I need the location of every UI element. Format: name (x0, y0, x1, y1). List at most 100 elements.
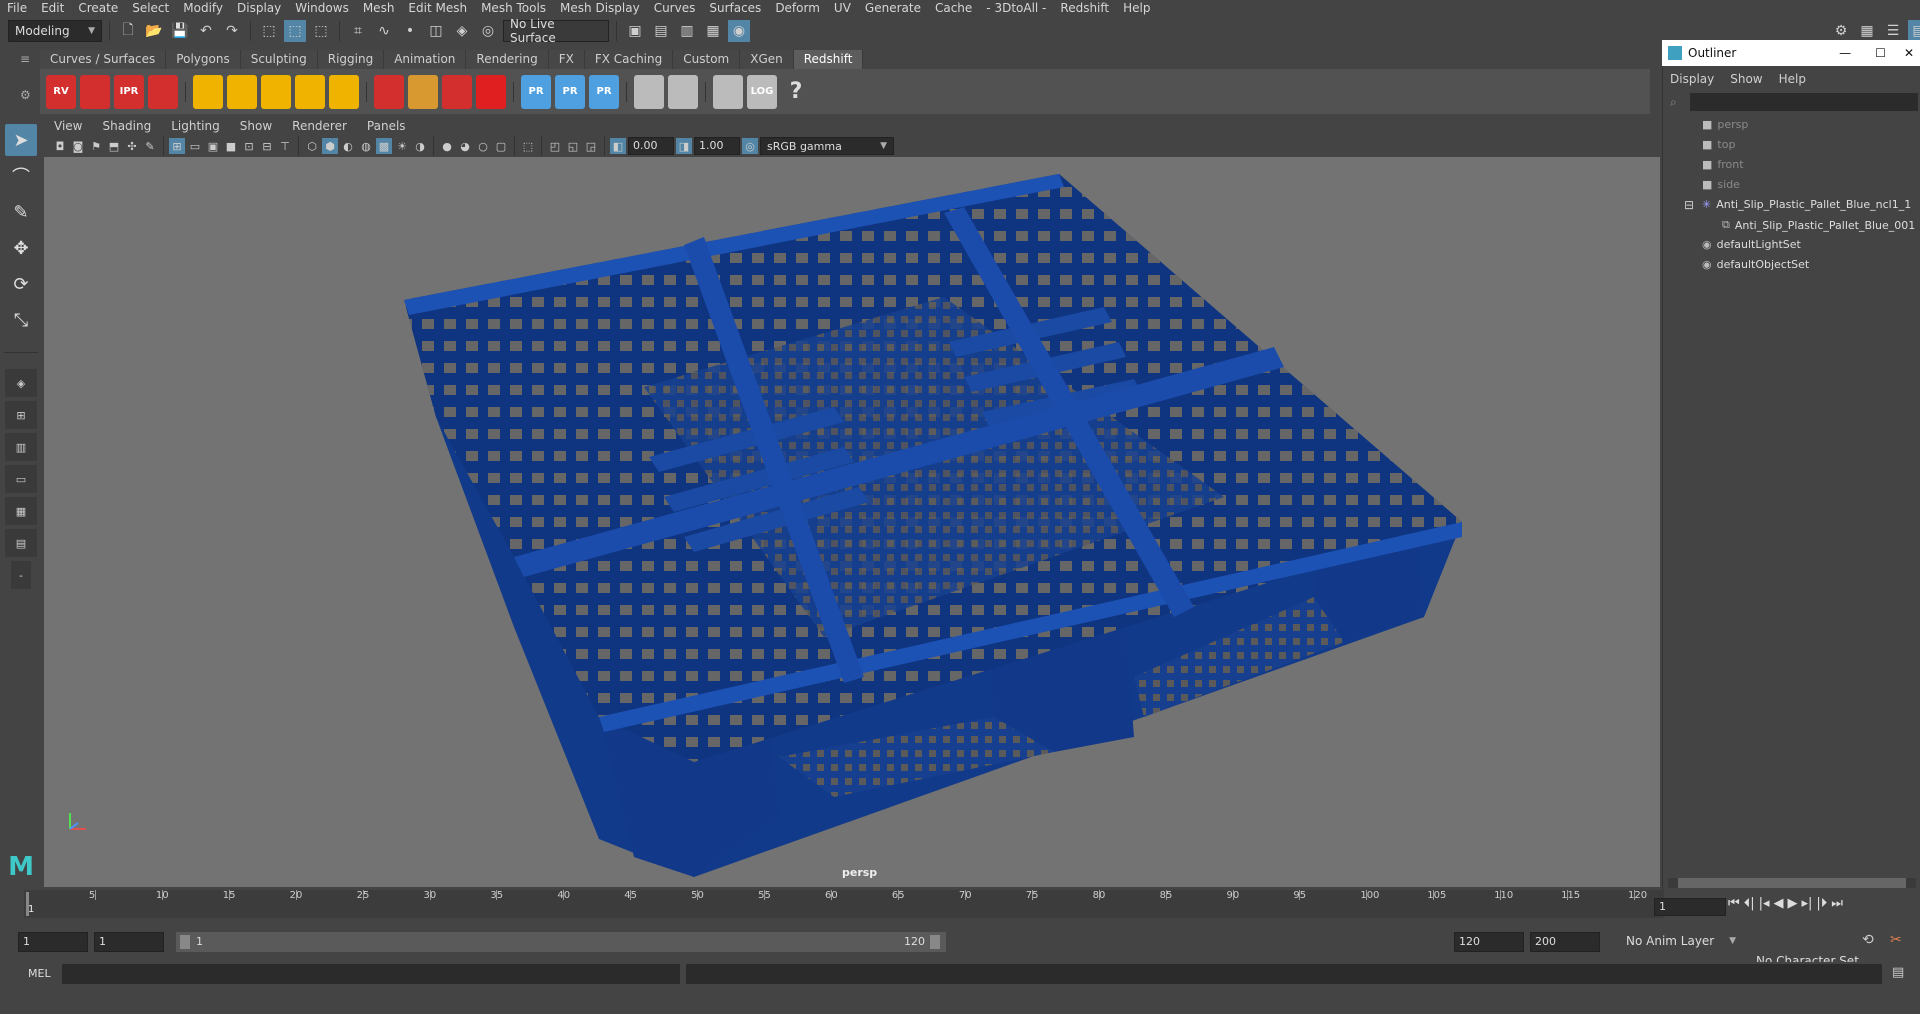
camera-select-icon[interactable]: ◘ (52, 138, 68, 154)
rs-spot-light-icon[interactable] (261, 74, 291, 109)
outliner-search-input[interactable] (1690, 93, 1918, 111)
current-time-marker[interactable] (26, 892, 29, 916)
undo-icon[interactable]: ↶ (195, 20, 217, 42)
collapse-toggle-icon[interactable]: ⊟ (1684, 198, 1694, 212)
default-lighting-icon[interactable]: ◐ (340, 138, 356, 154)
range-slider[interactable]: 1 120 (176, 932, 946, 952)
playback-end-field[interactable]: 120 (1454, 932, 1524, 952)
wireframe-icon[interactable]: ⬡ (304, 138, 320, 154)
rs-material-icon[interactable] (634, 74, 664, 109)
rs-batch-render-icon[interactable] (80, 74, 110, 109)
isolate-select-icon[interactable]: ⬚ (520, 138, 536, 154)
film-gate-icon[interactable]: ▭ (187, 138, 203, 154)
outliner-layout-icon[interactable]: ▭ (5, 465, 37, 493)
shelf-tab-sculpting[interactable]: Sculpting (240, 50, 318, 69)
menu-edit-mesh[interactable]: Edit Mesh (401, 1, 474, 15)
rs-ipr-icon[interactable]: IPR (114, 74, 144, 109)
auto-key-icon[interactable]: ⟲ (1862, 932, 1874, 948)
exposure-icon[interactable]: ◧ (610, 138, 626, 154)
four-pane-icon[interactable]: ⊞ (5, 401, 37, 429)
rs-dome-light-icon[interactable] (295, 74, 325, 109)
snap-live-icon[interactable]: ◎ (477, 20, 499, 42)
outliner-item[interactable]: ◉ defaultObjectSet (1702, 258, 1809, 271)
viewport-menu-view[interactable]: View (44, 119, 92, 133)
shelf-gear-icon[interactable]: ⚙ (20, 88, 31, 102)
new-scene-icon[interactable]: 🗋 (117, 20, 139, 42)
shelf-tab-animation[interactable]: Animation (384, 50, 467, 69)
play-forward-icon[interactable]: ▶ (1788, 896, 1798, 911)
layout-icon[interactable]: ▦ (1856, 20, 1878, 42)
textured-icon[interactable]: ▩ (376, 138, 392, 154)
menu-cache[interactable]: Cache (928, 1, 979, 15)
maximize-icon[interactable]: ☐ (1863, 46, 1898, 60)
rs-proxy-import-icon[interactable]: PR (589, 74, 619, 109)
shelf-menu-icon[interactable]: ≡ (20, 52, 30, 66)
shelf-tab-rendering[interactable]: Rendering (466, 50, 549, 69)
viewport-menu-renderer[interactable]: Renderer (282, 119, 357, 133)
rs-material-2-icon[interactable] (668, 74, 698, 109)
image-plane-icon[interactable]: ⬒ (106, 138, 122, 154)
viewport-menu-panels[interactable]: Panels (357, 119, 416, 133)
paint-select-icon[interactable]: ✎ (5, 196, 37, 228)
select-hierarchy-icon[interactable]: ⬚ (258, 20, 280, 42)
single-pane-icon[interactable]: ◈ (5, 369, 37, 397)
collapse-icon[interactable]: - (11, 561, 31, 589)
rs-proxy-icon[interactable]: PR (521, 74, 551, 109)
mode-dropdown[interactable]: Modeling ▼ (8, 20, 102, 42)
ssao-icon[interactable]: ◰ (547, 138, 563, 154)
shelf-tab-fx-caching[interactable]: FX Caching (584, 50, 674, 69)
aa-icon[interactable]: ◲ (583, 138, 599, 154)
camera-attr-icon[interactable]: ◙ (70, 138, 86, 154)
workspace-icon[interactable]: ⚙ (1830, 20, 1852, 42)
snap-view-icon[interactable]: ◫ (425, 20, 447, 42)
anim-prefs-icon[interactable]: ✂ (1890, 932, 1902, 948)
menu-redshift[interactable]: Redshift (1053, 1, 1116, 15)
shelf-tab-rigging[interactable]: Rigging (317, 50, 385, 69)
shelf-tab-curves-surfaces[interactable]: Curves / Surfaces (40, 50, 167, 69)
outliner-menu-help[interactable]: Help (1771, 72, 1814, 86)
xray-joints-icon[interactable]: ◕ (457, 138, 473, 154)
safe-action-icon[interactable]: ⊟ (259, 138, 275, 154)
menu-mesh-tools[interactable]: Mesh Tools (474, 1, 553, 15)
menu-windows[interactable]: Windows (288, 1, 356, 15)
menu-help[interactable]: Help (1116, 1, 1157, 15)
rs-render-view-icon[interactable]: RV (46, 74, 76, 109)
range-handle-right[interactable] (930, 935, 940, 949)
menu-deform[interactable]: Deform (768, 1, 827, 15)
viewport-menu-shading[interactable]: Shading (92, 119, 161, 133)
snap-surface-icon[interactable]: ◈ (451, 20, 473, 42)
xray-icon[interactable]: ● (439, 138, 455, 154)
use-lights-icon[interactable]: ☀ (394, 138, 410, 154)
playback-start-field[interactable]: 1 (94, 932, 164, 952)
color-management-icon[interactable]: ◎ (742, 138, 758, 154)
play-back-icon[interactable]: ◀ (1774, 896, 1784, 911)
rs-settings-icon[interactable] (148, 74, 178, 109)
anim-layer-dropdown[interactable]: No Anim Layer ▼ (1620, 931, 1742, 951)
outliner-menu-show[interactable]: Show (1722, 72, 1770, 86)
rs-curve-icon[interactable] (442, 74, 472, 109)
range-handle-left[interactable] (180, 935, 190, 949)
menu-surfaces[interactable]: Surfaces (702, 1, 768, 15)
menu-display[interactable]: Display (230, 1, 288, 15)
color-space-dropdown[interactable]: sRGB gamma ▼ (760, 137, 894, 155)
scale-tool-icon[interactable]: ⤡ (5, 304, 37, 336)
step-forward-key-icon[interactable]: |⏵ (1816, 896, 1827, 911)
wireframe-on-shaded-icon[interactable]: ◍ (358, 138, 374, 154)
script-editor-icon[interactable]: ▤ (1892, 965, 1904, 980)
bookmark-icon[interactable]: ⚑ (88, 138, 104, 154)
two-pane-icon[interactable]: ▥ (5, 433, 37, 461)
rs-log-icon[interactable]: LOG (747, 74, 777, 109)
anim-start-field[interactable]: 1 (18, 932, 88, 952)
rs-area-light-icon[interactable] (227, 74, 257, 109)
render-frame-icon[interactable]: ▤ (650, 20, 672, 42)
time-slider[interactable]: 1 5 10 15 20 25 30 35 40 45 50 55 60 65 70 75 80 85 90 95 10… (24, 890, 1664, 918)
grid-icon[interactable]: ⊞ (169, 138, 185, 154)
menu-generate[interactable]: Generate (858, 1, 928, 15)
outliner-item[interactable]: ■ persp (1702, 118, 1748, 131)
snap-grid-icon[interactable]: ⌗ (347, 20, 369, 42)
shelf-tab-custom[interactable]: Custom (673, 50, 741, 69)
menu-select[interactable]: Select (125, 1, 176, 15)
move-tool-icon[interactable]: ✥ (5, 232, 37, 264)
rs-volume-icon[interactable] (374, 74, 404, 109)
menu-curves[interactable]: Curves (647, 1, 703, 15)
